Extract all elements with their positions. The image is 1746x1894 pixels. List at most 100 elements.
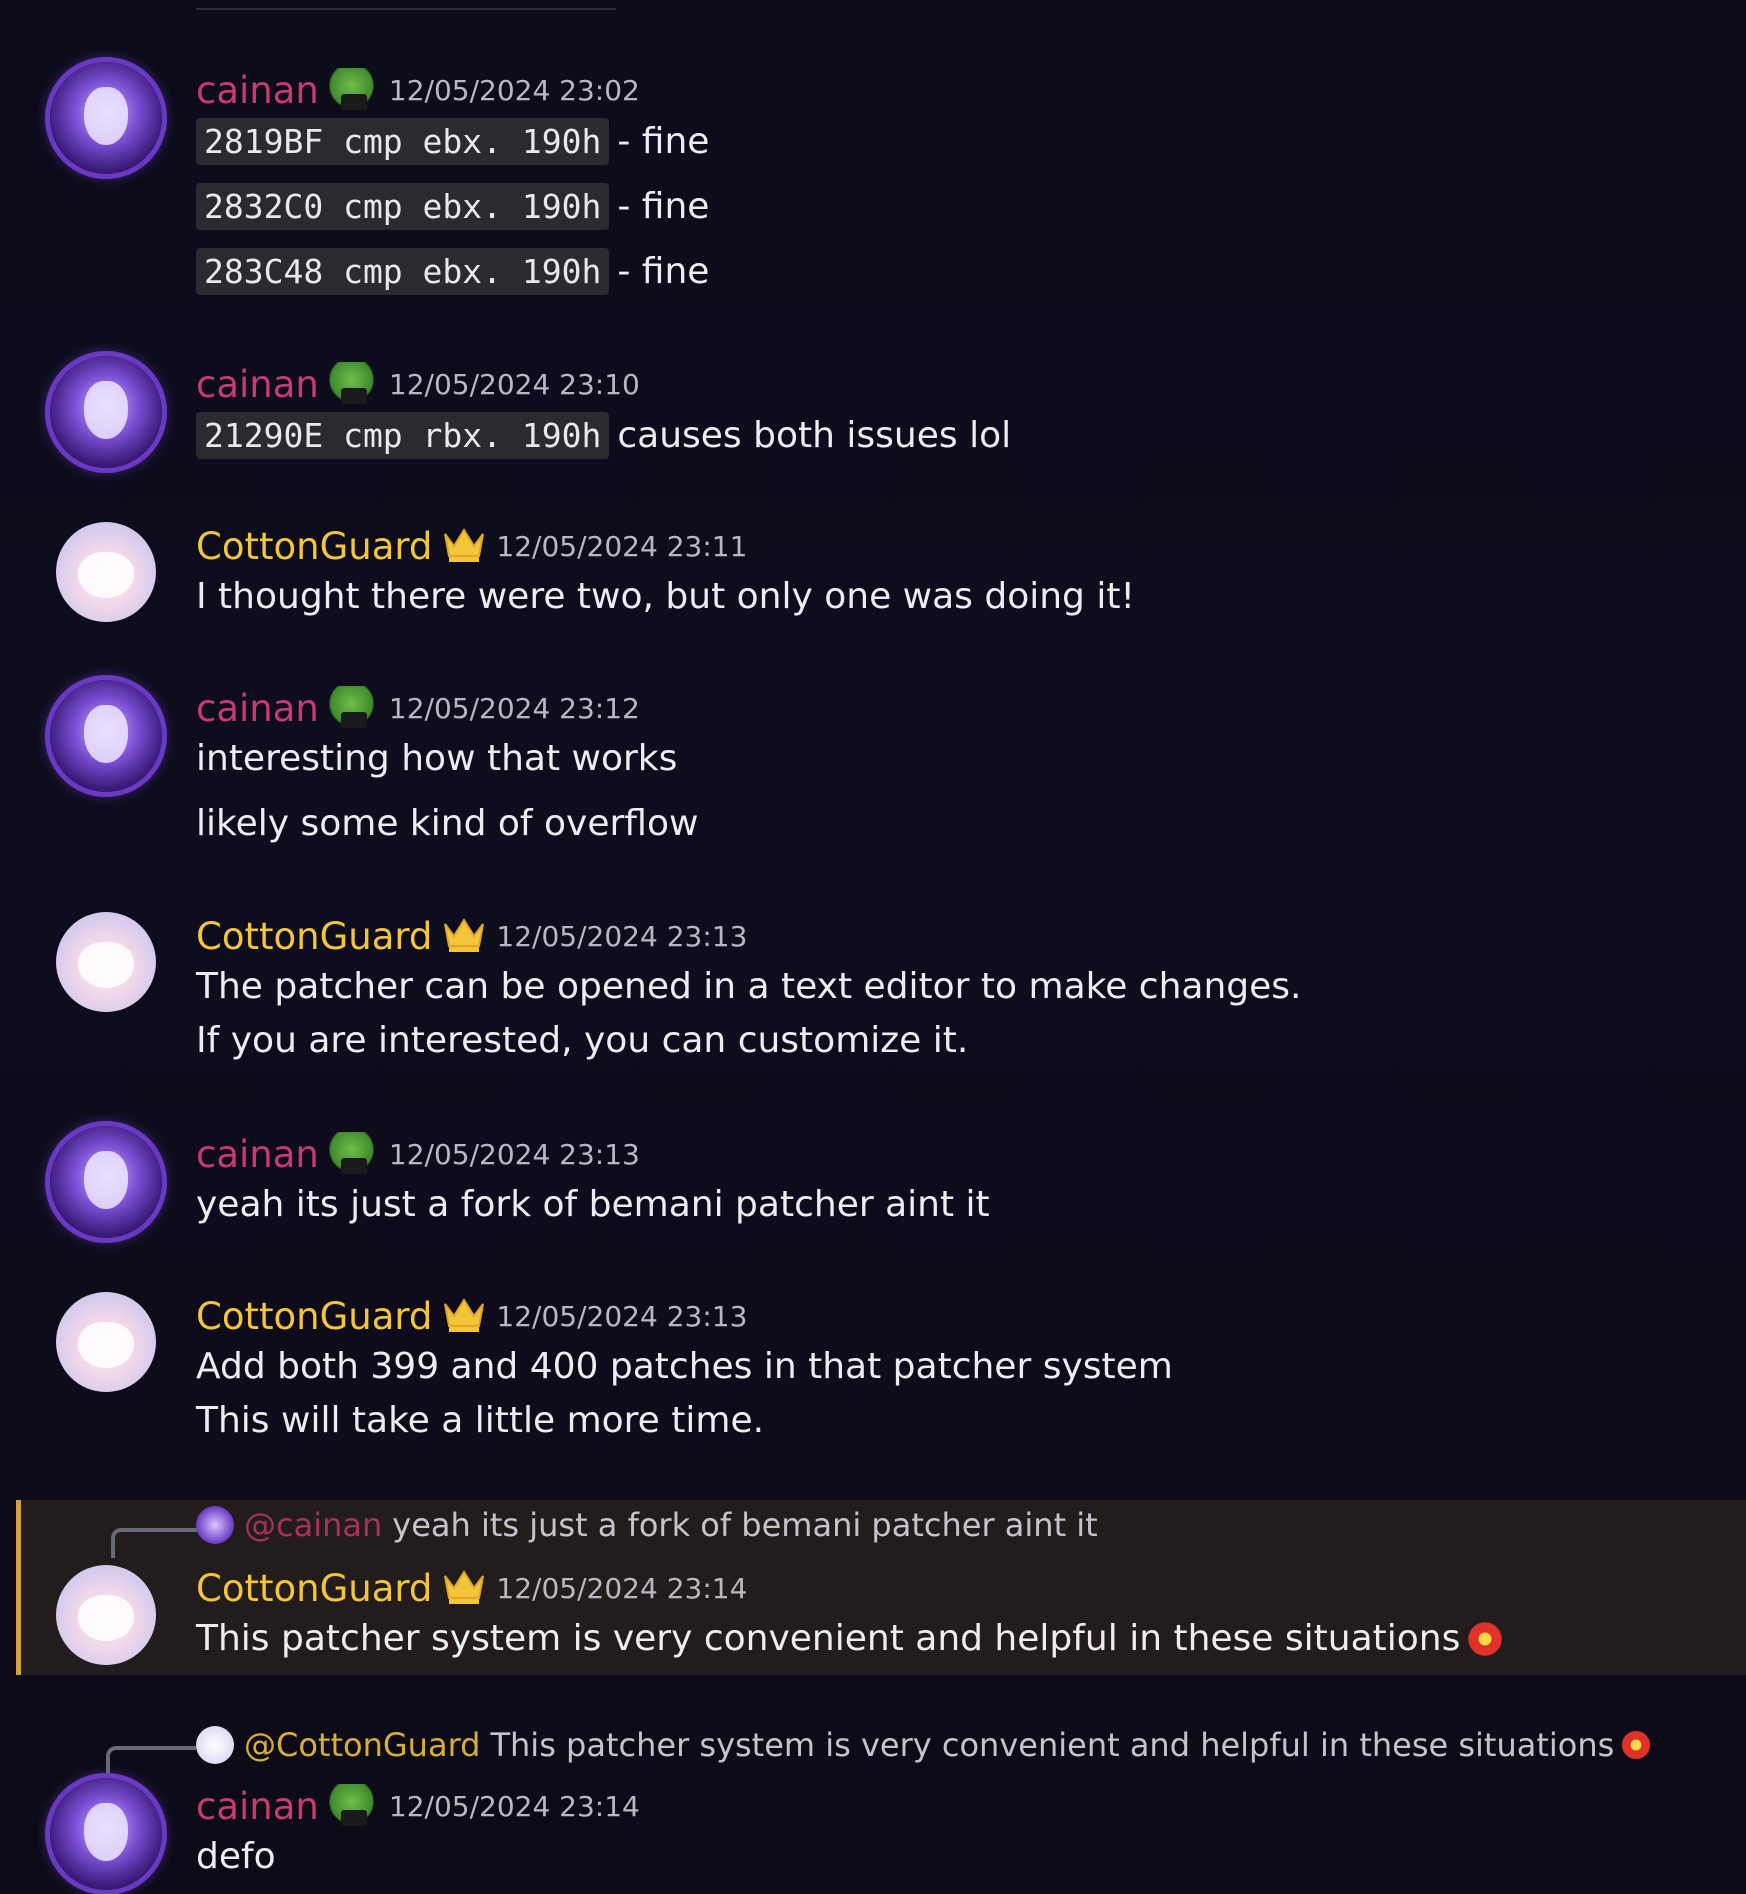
message-text: interesting how that works xyxy=(196,738,678,779)
message-header: CottonGuard 12/05/2024 23:13 xyxy=(196,1292,747,1340)
avatar[interactable] xyxy=(56,1565,156,1665)
avatar-face xyxy=(78,1595,134,1641)
timestamp: 12/05/2024 23:13 xyxy=(496,1299,748,1333)
message-line: interesting how that works xyxy=(196,738,677,779)
reply-preview[interactable]: @CottonGuard This patcher system is very… xyxy=(196,1726,1653,1764)
message-text: This will take a little more time. xyxy=(196,1400,765,1441)
red-flower-emoji-icon xyxy=(1620,1729,1653,1761)
reply-avatar xyxy=(196,1726,234,1764)
inline-code: 283C48 cmp ebx. 190h xyxy=(196,248,610,295)
username[interactable]: cainan xyxy=(196,687,319,730)
message-text: - fine xyxy=(617,186,710,227)
avatar-face xyxy=(83,1802,129,1861)
red-flower-emoji-icon xyxy=(1466,1619,1505,1658)
message-text: yeah its just a fork of bemani patcher a… xyxy=(196,1184,990,1225)
avatar[interactable] xyxy=(50,1126,162,1238)
reply-mention[interactable]: @CottonGuard xyxy=(244,1726,480,1764)
message-text: - fine xyxy=(617,251,710,292)
reply-text: This patcher system is very convenient a… xyxy=(490,1726,1615,1764)
crown-icon xyxy=(442,1566,486,1610)
username[interactable]: cainan xyxy=(196,1785,319,1828)
reply-mention[interactable]: @cainan xyxy=(244,1506,382,1544)
message-line: This will take a little more time. xyxy=(196,1400,764,1441)
avatar[interactable] xyxy=(56,1292,156,1392)
timestamp: 12/05/2024 23:13 xyxy=(388,1137,640,1171)
inline-code: 2819BF cmp ebx. 190h xyxy=(196,118,610,165)
message: CottonGuard 12/05/2024 23:13 The patcher… xyxy=(0,902,1746,1072)
timestamp: 12/05/2024 23:10 xyxy=(388,367,640,401)
username[interactable]: CottonGuard xyxy=(196,1295,432,1338)
reply-text: yeah its just a fork of bemani patcher a… xyxy=(392,1506,1098,1544)
timestamp: 12/05/2024 23:02 xyxy=(388,73,640,107)
message-line: likely some kind of overflow xyxy=(196,803,698,844)
username[interactable]: cainan xyxy=(196,1133,319,1176)
avatar[interactable] xyxy=(56,522,156,622)
message-line: 21290E cmp rbx. 190h causes both issues … xyxy=(196,412,1011,459)
timestamp: 12/05/2024 23:14 xyxy=(496,1571,748,1605)
message: CottonGuard 12/05/2024 23:13 Add both 39… xyxy=(0,1282,1746,1452)
message-highlighted: @cainan yeah its just a fork of bemani p… xyxy=(16,1500,1746,1675)
username[interactable]: CottonGuard xyxy=(196,525,432,568)
avatar-face xyxy=(83,380,129,439)
crown-icon xyxy=(442,524,486,568)
avatar-face xyxy=(78,1322,134,1368)
message-text: If you are interested, you can customize… xyxy=(196,1020,969,1061)
frog-emoji-icon xyxy=(328,362,379,406)
avatar[interactable] xyxy=(50,62,162,174)
timestamp: 12/05/2024 23:14 xyxy=(388,1789,640,1823)
message-text: Add both 399 and 400 patches in that pat… xyxy=(196,1346,1173,1387)
divider xyxy=(196,8,616,10)
message-header: cainan 12/05/2024 23:12 xyxy=(196,684,640,732)
message-line: 2819BF cmp ebx. 190h - fine xyxy=(196,118,709,165)
message-text: defo xyxy=(196,1836,276,1877)
timestamp: 12/05/2024 23:13 xyxy=(496,919,748,953)
reply-avatar xyxy=(196,1506,234,1544)
message-text: I thought there were two, but only one w… xyxy=(196,576,1135,617)
message-line: This patcher system is very convenient a… xyxy=(196,1618,1505,1659)
message-line: defo xyxy=(196,1836,276,1877)
message: @CottonGuard This patcher system is very… xyxy=(0,1718,1746,1894)
crown-icon xyxy=(442,1294,486,1338)
message-text: The patcher can be opened in a text edit… xyxy=(196,966,1302,1007)
message-header: CottonGuard 12/05/2024 23:11 xyxy=(196,522,747,570)
message-line: I thought there were two, but only one w… xyxy=(196,576,1135,617)
frog-emoji-icon xyxy=(328,1132,379,1176)
username[interactable]: cainan xyxy=(196,363,319,406)
message-line: The patcher can be opened in a text edit… xyxy=(196,966,1301,1007)
message-header: cainan 12/05/2024 23:10 xyxy=(196,360,640,408)
reply-preview[interactable]: @cainan yeah its just a fork of bemani p… xyxy=(196,1506,1098,1544)
avatar-face xyxy=(83,86,129,145)
avatar[interactable] xyxy=(50,1778,162,1890)
message-line: yeah its just a fork of bemani patcher a… xyxy=(196,1184,990,1225)
username[interactable]: CottonGuard xyxy=(196,1567,432,1610)
message-header: cainan 12/05/2024 23:14 xyxy=(196,1782,640,1830)
frog-emoji-icon xyxy=(328,1784,379,1828)
message-header: cainan 12/05/2024 23:02 xyxy=(196,66,640,114)
message: cainan 12/05/2024 23:12 interesting how … xyxy=(0,674,1746,854)
avatar-face xyxy=(83,1150,129,1209)
avatar-face xyxy=(78,942,134,988)
avatar[interactable] xyxy=(50,680,162,792)
avatar[interactable] xyxy=(50,356,162,468)
crown-icon xyxy=(442,914,486,958)
avatar-face xyxy=(78,552,134,598)
message-text: likely some kind of overflow xyxy=(196,803,699,844)
timestamp: 12/05/2024 23:12 xyxy=(388,691,640,725)
message-line: If you are interested, you can customize… xyxy=(196,1020,968,1061)
message-text: This patcher system is very convenient a… xyxy=(196,1618,1461,1659)
message-header: CottonGuard 12/05/2024 23:13 xyxy=(196,912,747,960)
chat-log: cainan 12/05/2024 23:02 2819BF cmp ebx. … xyxy=(0,0,1746,1894)
message-text: causes both issues lol xyxy=(617,415,1012,456)
avatar[interactable] xyxy=(56,912,156,1012)
username[interactable]: cainan xyxy=(196,69,319,112)
timestamp: 12/05/2024 23:11 xyxy=(496,529,748,563)
username[interactable]: CottonGuard xyxy=(196,915,432,958)
message-text: - fine xyxy=(617,121,710,162)
message-header: cainan 12/05/2024 23:13 xyxy=(196,1130,640,1178)
inline-code: 21290E cmp rbx. 190h xyxy=(196,412,610,459)
message: cainan 12/05/2024 23:10 21290E cmp rbx. … xyxy=(0,350,1746,470)
reply-connector xyxy=(111,1528,201,1558)
message-line: 2832C0 cmp ebx. 190h - fine xyxy=(196,183,709,230)
reply-connector xyxy=(106,1746,196,1776)
inline-code: 2832C0 cmp ebx. 190h xyxy=(196,183,610,230)
